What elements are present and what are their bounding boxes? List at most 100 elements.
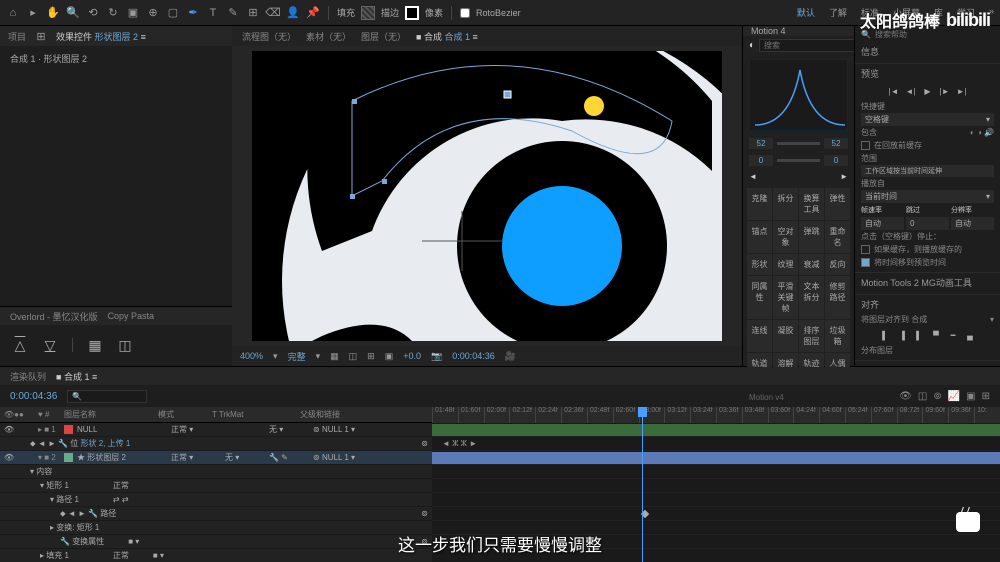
btn-clone[interactable]: 克隆 [747, 188, 772, 220]
btn-gel[interactable]: 凝胶 [773, 320, 798, 352]
prop-transform-rect[interactable]: ▸ 变换: 矩形 1 [0, 521, 432, 535]
rotobezier-checkbox[interactable] [460, 8, 470, 18]
first-frame-icon[interactable]: |◄ [887, 85, 901, 97]
tab-render-queue[interactable]: 渲染队列 [10, 370, 46, 383]
ease-icon[interactable]: ◐ [749, 40, 755, 51]
btn-rename[interactable]: 重命名 [825, 221, 850, 253]
grid-icon[interactable]: ▦ [85, 335, 105, 355]
tab-copypasta[interactable]: Copy Pasta [108, 311, 155, 321]
puppet-tool-icon[interactable]: 📌 [306, 6, 320, 20]
cache-play-checkbox[interactable] [861, 245, 870, 254]
btn-bounce[interactable]: 弹跳 [799, 221, 824, 253]
switches-icon[interactable]: ⊞ [982, 391, 990, 402]
last-frame-icon[interactable]: ►| [955, 85, 969, 97]
draft3d-icon[interactable]: ▣ [966, 391, 975, 402]
tab-overlord[interactable]: Overlord - 墨忆汉化版 [10, 310, 98, 323]
shape-tool-icon[interactable]: ▢ [166, 6, 180, 20]
ease-out-value[interactable]: 52 [824, 138, 848, 149]
rotate-tool-icon[interactable]: ↻ [106, 6, 120, 20]
selection-tool-icon[interactable]: ▸ [26, 6, 40, 20]
layer-row-2[interactable]: 👁 ▾ ■ 2 ★ 形状图层 2 正常 ▾ 无 ▾ 🔧 ✎ ⊚ NULL 1 ▾ [0, 451, 432, 465]
brush-tool-icon[interactable]: ✎ [226, 6, 240, 20]
align-left-icon[interactable]: ▌ [878, 329, 892, 341]
prop-rect[interactable]: ▾ 矩形 1正常 [0, 479, 432, 493]
tab-comp1[interactable]: ■ 合成 1 ≡ [56, 370, 97, 383]
prop-path[interactable]: ⬥ ◄ ► 🔧 路径⊚ [0, 507, 432, 521]
align-hcenter-icon[interactable]: ▐ [895, 329, 909, 341]
btn-convert[interactable]: 换算工具 [799, 188, 824, 220]
anchor-tool-icon[interactable]: ⊕ [146, 6, 160, 20]
btn-texture[interactable]: 纹理 [773, 254, 798, 275]
prop-contents[interactable]: ▾ 内容 [0, 465, 432, 479]
viewer[interactable] [232, 46, 742, 346]
layer-row-1[interactable]: 👁 ▸ ■ 1 NULL 正常 ▾ 无 ▾ ⊚ NULL 1 ▾ [0, 423, 432, 437]
roto-tool-icon[interactable]: 👤 [286, 6, 300, 20]
canvas[interactable] [252, 51, 722, 341]
stroke-label[interactable]: 描边 [381, 6, 399, 19]
influence-slider[interactable]: 0 0 [743, 152, 854, 169]
frame-blend-icon[interactable]: ◫ [918, 391, 927, 402]
time-ruler[interactable]: 01:48f01:60f02:00f02:12f02:24f02:36f02:4… [432, 407, 1000, 423]
prop-path1[interactable]: ▾ 路径 1⇄ ⇄ [0, 493, 432, 507]
learn-link[interactable]: 了解 [829, 6, 847, 19]
camera-icon[interactable]: 🎥 [505, 351, 516, 362]
shy-icon[interactable]: 👁 [899, 391, 912, 402]
align-top-icon[interactable]: ▀ [929, 329, 943, 341]
btn-smooth[interactable]: 平滑关键帧 [773, 276, 798, 319]
camera-tool-icon[interactable]: ▣ [126, 6, 140, 20]
stroke-swatch[interactable] [405, 6, 419, 20]
btn-reverse[interactable]: 反向 [825, 254, 850, 275]
fill-label[interactable]: 填充 [337, 6, 355, 19]
push-up-icon[interactable]: △ [10, 335, 30, 355]
btn-shape[interactable]: 形状 [747, 254, 772, 275]
btn-split[interactable]: 拆分 [773, 188, 798, 220]
guides-icon[interactable]: ⊞ [367, 351, 375, 362]
align-bottom-icon[interactable]: ▄ [963, 329, 977, 341]
tab-flowchart[interactable]: 流程图（无） [242, 30, 296, 43]
btn-sort[interactable]: 排序图层 [799, 320, 824, 352]
tab-footage[interactable]: 素材（无） [306, 30, 351, 43]
ease-curve[interactable] [749, 59, 848, 131]
btn-trim[interactable]: 修剪路径 [825, 276, 850, 319]
snapshot-icon[interactable]: 📷 [431, 351, 442, 362]
eraser-tool-icon[interactable]: ⌫ [266, 6, 280, 20]
zoom-tool-icon[interactable]: 🔍 [66, 6, 80, 20]
grid-icon[interactable]: ▦ [330, 351, 339, 362]
push-down-icon[interactable]: ▽ [40, 335, 60, 355]
btn-elastic[interactable]: 弹性 [825, 188, 850, 220]
channel-icon[interactable]: ▣ [385, 351, 394, 362]
move-time-checkbox[interactable] [861, 258, 870, 267]
prop-transform-prop[interactable]: 🔧 变换属性■ ▾⊚ [0, 535, 432, 549]
frame-icon[interactable]: ◫ [115, 335, 135, 355]
pen-tool-icon[interactable]: ✒ [186, 6, 200, 20]
text-tool-icon[interactable]: T [206, 6, 220, 20]
fwd-icon[interactable]: ► [840, 172, 848, 181]
play-icon[interactable]: ▶ [921, 85, 935, 97]
prop-fill[interactable]: ▸ 填充 1正常■ ▾ [0, 549, 432, 562]
resolution[interactable]: 完整 [288, 350, 306, 363]
ease-in-slider[interactable]: 52 52 [743, 135, 854, 152]
tab-project[interactable]: 项目 [8, 30, 26, 43]
ease-in-value[interactable]: 52 [749, 138, 773, 149]
viewer-time[interactable]: 0:00:04:36 [452, 351, 495, 361]
align-vcenter-icon[interactable]: ━ [946, 329, 960, 341]
btn-trash[interactable]: 垃圾箱 [825, 320, 850, 352]
hand-tool-icon[interactable]: ✋ [46, 6, 60, 20]
btn-line[interactable]: 连线 [747, 320, 772, 352]
tab-comp[interactable]: ■ 合成 合成 1 ≡ [416, 30, 478, 43]
align-right-icon[interactable]: ▌ [912, 329, 926, 341]
current-timecode[interactable]: 0:00:04:36 [10, 391, 57, 402]
playfrom-dropdown[interactable]: 当前时间▾ [861, 190, 994, 203]
mask-icon[interactable]: ◫ [349, 351, 358, 362]
home-icon[interactable]: ⌂ [6, 6, 20, 20]
orbit-tool-icon[interactable]: ⟲ [86, 6, 100, 20]
playhead[interactable] [642, 407, 643, 562]
clone-tool-icon[interactable]: ⊞ [246, 6, 260, 20]
btn-decay[interactable]: 衰减 [799, 254, 824, 275]
range-dropdown[interactable]: 工作区域按当前时间延伸 [861, 165, 994, 177]
sync-icon[interactable]: ⊞ [34, 29, 48, 43]
prev-frame-icon[interactable]: ◄| [904, 85, 918, 97]
exposure[interactable]: +0.0 [403, 351, 421, 361]
cache-checkbox[interactable] [861, 141, 870, 150]
default-link[interactable]: 默认 [797, 6, 815, 19]
